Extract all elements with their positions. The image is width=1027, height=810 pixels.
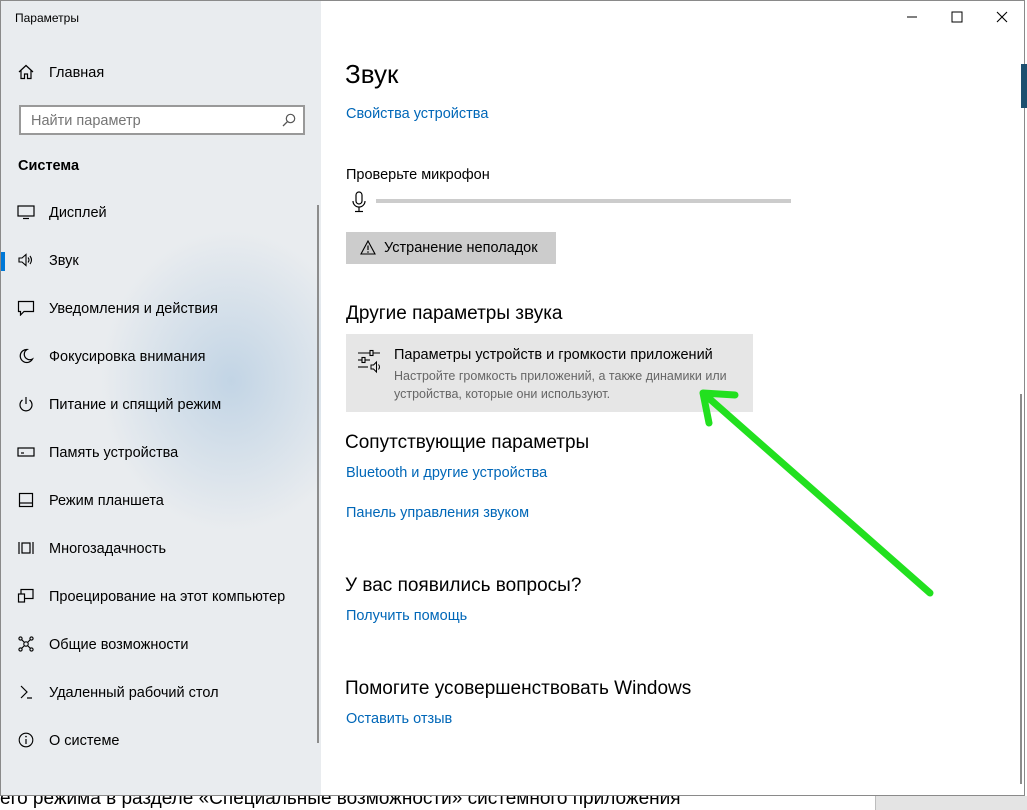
search-box[interactable] bbox=[19, 105, 305, 135]
green-arrow-annotation bbox=[699, 389, 934, 597]
sidebar-item-storage[interactable]: Память устройства bbox=[1, 431, 317, 475]
maximize-button[interactable] bbox=[934, 1, 980, 33]
sidebar-item-remote-desktop[interactable]: Удаленный рабочий стол bbox=[1, 671, 317, 715]
sidebar-item-label: Многозадачность bbox=[49, 541, 167, 557]
sound-control-panel-link[interactable]: Панель управления звуком bbox=[346, 505, 529, 521]
sidebar-item-label: Фокусировка внимания bbox=[49, 349, 206, 365]
minimize-button[interactable] bbox=[889, 1, 935, 33]
sidebar-item-label: Проецирование на этот компьютер bbox=[49, 589, 286, 605]
sidebar-item-label: Общие возможности bbox=[49, 637, 189, 653]
shared-experiences-icon bbox=[17, 635, 35, 653]
mic-level-meter bbox=[376, 199, 791, 203]
close-button[interactable] bbox=[979, 1, 1024, 33]
device-properties-link[interactable]: Свойства устройства bbox=[346, 106, 488, 122]
microphone-icon bbox=[351, 191, 367, 218]
sidebar-item-tablet[interactable]: Режим планшета bbox=[1, 479, 317, 523]
sidebar-item-label: Дисплей bbox=[49, 205, 107, 221]
app-title: Параметры bbox=[15, 11, 79, 25]
sidebar: Параметры Главная Система Дисплей bbox=[1, 1, 321, 795]
sidebar-item-label: Память устройства bbox=[49, 445, 179, 461]
sidebar-item-projecting[interactable]: Проецирование на этот компьютер bbox=[1, 575, 317, 619]
sidebar-item-sound[interactable]: Звук bbox=[1, 239, 317, 283]
speaker-icon bbox=[17, 251, 35, 269]
sidebar-item-label: Уведомления и действия bbox=[49, 301, 218, 317]
sidebar-item-label: Главная bbox=[49, 65, 105, 81]
background-panel bbox=[875, 796, 1027, 810]
bluetooth-devices-link[interactable]: Bluetooth и другие устройства bbox=[346, 465, 547, 481]
settings-window: Параметры Главная Система Дисплей bbox=[0, 0, 1025, 796]
search-input[interactable] bbox=[31, 113, 271, 129]
sidebar-item-shared-experiences[interactable]: Общие возможности bbox=[1, 623, 317, 667]
sidebar-item-multitasking[interactable]: Многозадачность bbox=[1, 527, 317, 571]
questions-heading: У вас появились вопросы? bbox=[345, 575, 582, 596]
related-settings-heading: Сопутствующие параметры bbox=[345, 432, 590, 453]
give-feedback-link[interactable]: Оставить отзыв bbox=[346, 711, 452, 727]
display-icon bbox=[17, 203, 35, 221]
moon-icon bbox=[17, 347, 35, 365]
sidebar-item-about[interactable]: О системе bbox=[1, 719, 317, 763]
background-window-edge bbox=[1021, 64, 1027, 108]
projecting-icon bbox=[17, 587, 35, 605]
home-icon bbox=[17, 63, 35, 81]
background-document-text: его режима в разделе «Специальные возмож… bbox=[0, 796, 681, 809]
sidebar-item-label: Удаленный рабочий стол bbox=[49, 685, 219, 701]
sidebar-scrollbar[interactable] bbox=[317, 205, 319, 743]
power-icon bbox=[17, 395, 35, 413]
background-document-strip: его режима в разделе «Специальные возмож… bbox=[0, 796, 1027, 810]
info-icon bbox=[17, 731, 35, 749]
sidebar-item-notifications[interactable]: Уведомления и действия bbox=[1, 287, 317, 331]
sidebar-item-label: Звук bbox=[49, 253, 79, 269]
troubleshoot-label: Устранение неполадок bbox=[384, 240, 538, 256]
sidebar-item-label: Режим планшета bbox=[49, 493, 164, 509]
search-icon[interactable] bbox=[281, 112, 297, 133]
tablet-icon bbox=[17, 491, 35, 509]
get-help-link[interactable]: Получить помощь bbox=[346, 608, 467, 624]
section-title: Система bbox=[18, 158, 80, 174]
sidebar-item-focus-assist[interactable]: Фокусировка внимания bbox=[1, 335, 317, 379]
storage-icon bbox=[17, 443, 35, 461]
main-scrollbar[interactable] bbox=[1020, 394, 1022, 784]
sidebar-item-display[interactable]: Дисплей bbox=[1, 191, 317, 235]
troubleshoot-button[interactable]: Устранение неполадок bbox=[346, 232, 556, 264]
mic-test-label: Проверьте микрофон bbox=[346, 167, 490, 183]
notifications-icon bbox=[17, 299, 35, 317]
sidebar-item-power[interactable]: Питание и спящий режим bbox=[1, 383, 317, 427]
sidebar-item-label: О системе bbox=[49, 733, 120, 749]
remote-desktop-icon bbox=[17, 683, 35, 701]
improve-windows-heading: Помогите усовершенствовать Windows bbox=[345, 678, 692, 699]
sidebar-item-label: Питание и спящий режим bbox=[49, 397, 222, 413]
other-sound-heading: Другие параметры звука bbox=[346, 303, 563, 324]
warning-icon bbox=[360, 239, 376, 260]
app-volume-title: Параметры устройств и громкости приложен… bbox=[394, 347, 713, 363]
sliders-speaker-icon bbox=[356, 348, 384, 379]
sidebar-item-home[interactable]: Главная bbox=[1, 51, 317, 95]
page-title: Звук bbox=[345, 59, 399, 89]
multitasking-icon bbox=[17, 539, 35, 557]
